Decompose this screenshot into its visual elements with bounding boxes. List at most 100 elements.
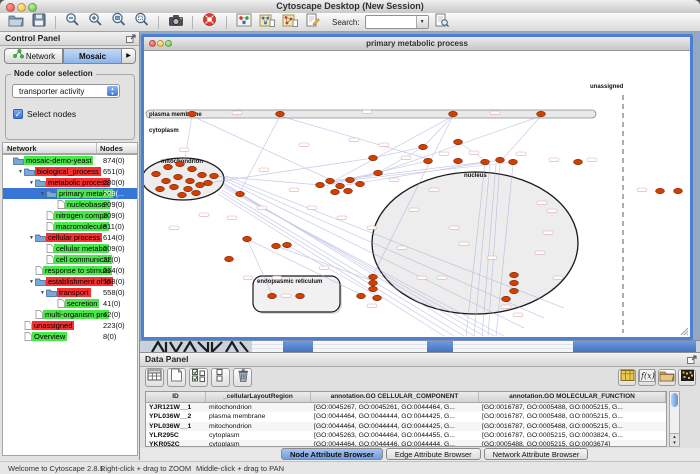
tree-item-establishment-of-lo[interactable]: ▼establishment of lo558(0): [3, 276, 137, 287]
network-node[interactable]: [276, 111, 285, 116]
tree-item-unassigned[interactable]: unassigned223(0): [3, 320, 137, 331]
tree-item-primary-metabo[interactable]: ▼primary metabo209(...: [3, 188, 137, 199]
help-button[interactable]: [199, 14, 220, 31]
search-input[interactable]: ▼: [365, 15, 429, 29]
network-node[interactable]: [164, 164, 173, 169]
tree-item-multi-organism-pro[interactable]: multi-organism pro42(0): [3, 309, 137, 320]
table-cell[interactable]: cytoplasm: [206, 440, 311, 447]
tab-scroll-right-button[interactable]: ▶: [122, 48, 136, 64]
tree-item-transport[interactable]: ▼transport558(0): [3, 287, 137, 298]
tree-item-cellular-process[interactable]: ▼cellular process614(0): [3, 232, 137, 243]
network-view-window[interactable]: primary metabolic process plasma membran…: [141, 34, 693, 340]
tab-network-attribute-browser[interactable]: Network Attribute Browser: [484, 448, 589, 460]
network-node[interactable]: [316, 182, 325, 187]
table-cell[interactable]: mitochondrion: [206, 422, 311, 431]
table-cell[interactable]: [GO:0044464, GO:0044444, GO:0044425, G..…: [311, 412, 479, 421]
network-node[interactable]: [186, 178, 195, 183]
network-node[interactable]: [509, 159, 518, 164]
table-row[interactable]: YKR052Ccytoplasm[GO:0044464, GO:0044446,…: [146, 440, 666, 447]
search-dropdown-arrow-icon[interactable]: ▼: [416, 16, 428, 28]
expand-arrow-icon[interactable]: ▼: [28, 180, 35, 186]
select-nodes-checkbox[interactable]: ✓: [13, 109, 23, 119]
network-node[interactable]: [296, 293, 305, 298]
network-node[interactable]: [449, 111, 458, 116]
unselect-attrs-button[interactable]: [211, 368, 230, 387]
select-attrs-button[interactable]: [189, 368, 208, 387]
tree-item-nitrogen-compo[interactable]: nitrogen compo209(0): [3, 210, 137, 221]
float-panel-icon[interactable]: [126, 34, 136, 43]
network-node[interactable]: [537, 111, 546, 116]
table-cell[interactable]: [GO:0016787, GO:0005488, GO:0005215, G..…: [479, 403, 666, 412]
network-node[interactable]: [674, 188, 683, 193]
network-node[interactable]: [510, 280, 519, 285]
network-node[interactable]: [174, 174, 183, 179]
matrix-button[interactable]: [678, 369, 696, 386]
network-node[interactable]: [198, 172, 207, 177]
expand-arrow-icon[interactable]: ▼: [28, 279, 35, 285]
column-header-3[interactable]: annotation.GO MOLECULAR_FUNCTION: [479, 392, 666, 402]
network-node[interactable]: [373, 295, 382, 300]
network-node[interactable]: [481, 159, 490, 164]
function-button[interactable]: f(x): [638, 369, 656, 386]
table-cell[interactable]: [GO:0045263, GO:0044464, GO:0044455, G..…: [311, 431, 479, 440]
scrollbar-arrows[interactable]: ▲▼: [670, 433, 679, 446]
network-node[interactable]: [236, 191, 245, 196]
network-node[interactable]: [369, 280, 378, 285]
network-node[interactable]: [283, 242, 292, 247]
tree-item-mosaic-demo-yeast[interactable]: mosaic-demo-yeast874(0): [3, 155, 137, 166]
table-cell[interactable]: YLR295C: [146, 431, 206, 440]
layout-b-button[interactable]: [279, 14, 300, 31]
table-row[interactable]: YLR295Ccytoplasm[GO:0045263, GO:0044464,…: [146, 431, 666, 440]
filter-button[interactable]: [431, 14, 452, 31]
table-cell[interactable]: [GO:0044464, GO:0044446, GO:0044444, G..…: [311, 440, 479, 447]
table-cell[interactable]: plasma membrane: [206, 412, 311, 421]
tab-mosaic[interactable]: Mosaic: [63, 48, 122, 64]
snapshot-button[interactable]: [165, 14, 186, 31]
new-attr-button[interactable]: [167, 368, 186, 387]
node-color-dropdown[interactable]: transporter activity ▲▼: [12, 84, 120, 98]
network-node[interactable]: [192, 190, 201, 195]
network-node[interactable]: [344, 188, 353, 193]
tree-item-secretion[interactable]: secretion41(0): [3, 298, 137, 309]
tab-network[interactable]: Network: [4, 48, 63, 64]
network-node[interactable]: [574, 159, 583, 164]
network-node[interactable]: [369, 274, 378, 279]
network-node[interactable]: [326, 178, 335, 183]
network-node[interactable]: [162, 178, 171, 183]
table-cell[interactable]: cytoplasm: [206, 431, 311, 440]
network-node[interactable]: [170, 184, 179, 189]
expand-arrow-icon[interactable]: ▼: [28, 235, 35, 241]
table-cell[interactable]: YPL036W__1: [146, 422, 206, 431]
tree-item-macromolecule[interactable]: macromolecule311(0): [3, 221, 137, 232]
network-node[interactable]: [454, 158, 463, 163]
table-cell[interactable]: YJR121W__1: [146, 403, 206, 412]
zoom-in-button[interactable]: [85, 14, 106, 31]
table-cell[interactable]: [GO:0016787, GO:0005488, GO:0005215, G..…: [479, 412, 666, 421]
network-node[interactable]: [336, 183, 345, 188]
network-node[interactable]: [502, 296, 511, 301]
table-cell[interactable]: [GO:0005488, GO:0005215, GO:0003674]: [479, 440, 666, 447]
network-node[interactable]: [331, 189, 340, 194]
table-scrollbar[interactable]: ▲▼: [669, 391, 680, 447]
network-node[interactable]: [357, 293, 366, 298]
annotation-button[interactable]: [302, 14, 323, 31]
network-node[interactable]: [346, 177, 355, 182]
network-node[interactable]: [268, 293, 277, 298]
network-node[interactable]: [419, 144, 428, 149]
network-node[interactable]: [374, 170, 383, 175]
expand-arrow-icon[interactable]: ▼: [17, 169, 24, 175]
save-button[interactable]: [28, 14, 49, 31]
open-button[interactable]: [5, 14, 26, 31]
network-node[interactable]: [156, 186, 165, 191]
network-node[interactable]: [496, 157, 505, 162]
network-node[interactable]: [225, 256, 234, 261]
network-node[interactable]: [656, 188, 665, 193]
network-node[interactable]: [510, 288, 519, 293]
network-node[interactable]: [454, 139, 463, 144]
network-canvas[interactable]: plasma membranecytoplasmmitochondrionnuc…: [144, 50, 690, 337]
column-header-network[interactable]: Network: [3, 143, 97, 153]
expand-arrow-icon[interactable]: ▼: [39, 191, 46, 197]
network-node[interactable]: [510, 272, 519, 277]
tab-edge-attribute-browser[interactable]: Edge Attribute Browser: [386, 448, 481, 460]
layout-a-button[interactable]: [256, 14, 277, 31]
